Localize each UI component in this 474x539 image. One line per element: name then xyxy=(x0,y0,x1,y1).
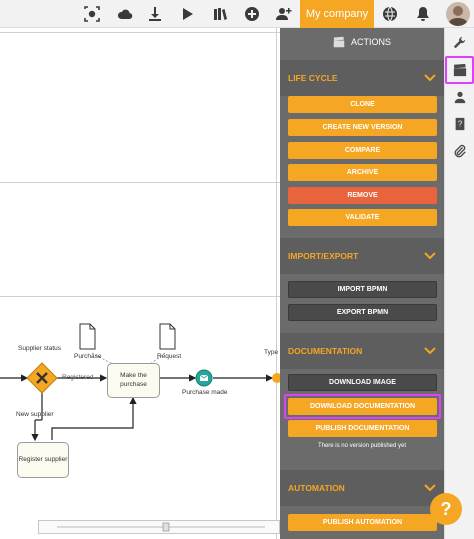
clone-button[interactable]: CLONE xyxy=(288,96,437,113)
section-import-export[interactable]: IMPORT/EXPORT xyxy=(280,238,444,274)
actions-panel-header: ACTIONS xyxy=(280,28,444,56)
right-icon-strip: ? xyxy=(444,28,474,539)
section-documentation[interactable]: DOCUMENTATION xyxy=(280,333,444,369)
avatar[interactable] xyxy=(446,2,470,26)
process-canvas[interactable]: Supplier status Purchase Request Registe… xyxy=(0,28,280,539)
help-book-icon[interactable]: ? xyxy=(451,115,469,133)
section-lifecycle[interactable]: LIFE CYCLE xyxy=(280,60,444,96)
section-title: DOCUMENTATION xyxy=(288,346,363,356)
globe-icon[interactable] xyxy=(380,4,400,24)
section-automation[interactable]: AUTOMATION xyxy=(280,470,444,506)
chevron-down-icon[interactable] xyxy=(424,345,436,357)
flow-label: New supplier xyxy=(16,411,54,418)
play-icon[interactable] xyxy=(177,4,197,24)
users-icon[interactable] xyxy=(451,88,469,106)
remove-button[interactable]: REMOVE xyxy=(288,187,437,204)
flow-label: Type xyxy=(264,349,279,356)
create-new-version-button[interactable]: CREATE NEW VERSION xyxy=(288,119,437,136)
books-icon[interactable] xyxy=(210,4,230,24)
download-image-button[interactable]: DOWNLOAD IMAGE xyxy=(288,374,437,391)
add-icon[interactable] xyxy=(242,4,262,24)
actions-title: ACTIONS xyxy=(350,37,391,47)
top-toolbar: My company xyxy=(0,0,474,28)
download-documentation-button[interactable]: DOWNLOAD DOCUMENTATION xyxy=(288,398,437,415)
publish-automation-button[interactable]: PUBLISH AUTOMATION xyxy=(288,514,437,531)
wrench-icon[interactable] xyxy=(451,34,469,52)
import-bpmn-button[interactable]: IMPORT BPMN xyxy=(288,281,437,298)
task-register-supplier[interactable]: Register supplier xyxy=(17,442,69,478)
compare-button[interactable]: COMPARE xyxy=(288,142,437,159)
company-selector[interactable]: My company xyxy=(300,0,374,28)
validate-button[interactable]: VALIDATE xyxy=(288,209,437,226)
help-button[interactable]: ? xyxy=(430,493,462,525)
gateway-label: Supplier status xyxy=(18,345,61,352)
download-icon[interactable] xyxy=(145,4,165,24)
clapperboard-icon xyxy=(333,36,345,48)
clapperboard-icon[interactable] xyxy=(451,61,469,79)
actions-panel: ACTIONS LIFE CYCLE CLONE CREATE NEW VERS… xyxy=(280,28,444,539)
chevron-down-icon[interactable] xyxy=(424,482,436,494)
archive-button[interactable]: ARCHIVE xyxy=(288,164,437,181)
add-user-icon[interactable] xyxy=(274,4,294,24)
paperclip-icon[interactable] xyxy=(451,142,469,160)
event-label: Purchase made xyxy=(182,389,228,396)
section-title: AUTOMATION xyxy=(288,483,345,493)
svg-text:?: ? xyxy=(458,120,463,129)
chevron-down-icon[interactable] xyxy=(424,72,436,84)
section-title: IMPORT/EXPORT xyxy=(288,251,359,261)
task-make-purchase[interactable]: Make the purchase xyxy=(107,363,160,398)
section-title: LIFE CYCLE xyxy=(288,73,338,83)
cloud-icon[interactable] xyxy=(115,4,135,24)
no-version-note: There is no version published yet xyxy=(317,443,407,449)
chevron-down-icon[interactable] xyxy=(424,250,436,262)
bell-icon[interactable] xyxy=(413,4,433,24)
export-bpmn-button[interactable]: EXPORT BPMN xyxy=(288,304,437,321)
horizontal-scrollbar[interactable] xyxy=(38,520,280,534)
data-object-label: Purchase xyxy=(74,353,102,360)
data-object-label: Request xyxy=(157,353,182,360)
flow-label: Registered xyxy=(62,374,94,381)
publish-documentation-button[interactable]: PUBLISH DOCUMENTATION xyxy=(288,420,437,437)
eye-icon[interactable] xyxy=(82,4,102,24)
